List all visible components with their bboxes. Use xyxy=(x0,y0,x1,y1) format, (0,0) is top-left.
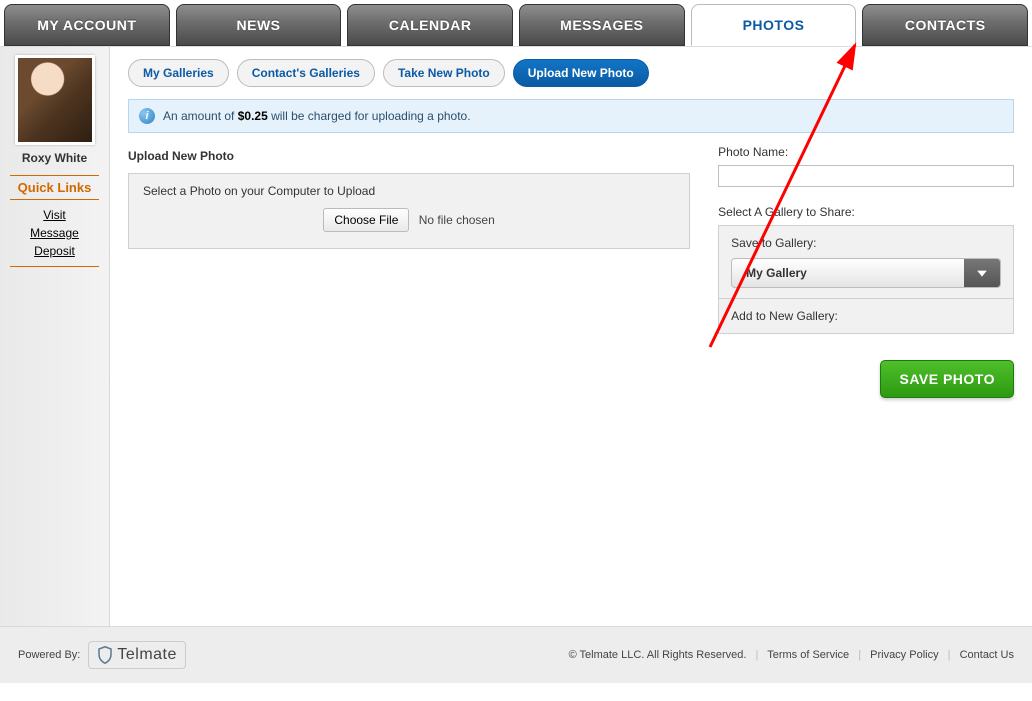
quick-links-heading: Quick Links xyxy=(10,175,99,200)
nav-tab-photos[interactable]: PHOTOS xyxy=(691,4,857,46)
photo-name-input[interactable] xyxy=(718,165,1014,187)
upload-fee-text: An amount of $0.25 will be charged for u… xyxy=(163,109,471,123)
chevron-down-icon xyxy=(964,259,1000,287)
photo-name-label: Photo Name: xyxy=(718,145,1014,159)
subtab-take-new-photo[interactable]: Take New Photo xyxy=(383,59,505,87)
add-to-new-gallery-label: Add to New Gallery: xyxy=(731,309,838,323)
nav-tab-my-account[interactable]: MY ACCOUNT xyxy=(4,4,170,46)
upload-box: Select a Photo on your Computer to Uploa… xyxy=(128,173,690,249)
telmate-logo: Telmate xyxy=(88,641,186,669)
footer: Powered By: Telmate © Telmate LLC. All R… xyxy=(0,626,1032,683)
brand-name: Telmate xyxy=(117,646,177,664)
gallery-dropdown[interactable]: My Gallery xyxy=(731,258,1001,288)
file-status: No file chosen xyxy=(419,213,495,227)
upload-hint: Select a Photo on your Computer to Uploa… xyxy=(143,184,675,198)
powered-by-label: Powered By: xyxy=(18,649,80,661)
sidebar: Roxy White Quick Links Visit Message Dep… xyxy=(0,47,110,626)
quick-links: Visit Message Deposit xyxy=(4,208,105,258)
subtab-upload-new-photo[interactable]: Upload New Photo xyxy=(513,59,649,87)
footer-link-contact[interactable]: Contact Us xyxy=(960,649,1014,661)
save-photo-button[interactable]: SAVE PHOTO xyxy=(880,360,1014,398)
upload-section-title: Upload New Photo xyxy=(128,149,690,163)
footer-link-terms[interactable]: Terms of Service xyxy=(767,649,849,661)
nav-tab-messages[interactable]: MESSAGES xyxy=(519,4,685,46)
quick-link-message[interactable]: Message xyxy=(4,226,105,240)
gallery-dropdown-selected: My Gallery xyxy=(732,259,964,287)
nav-tab-contacts[interactable]: CONTACTS xyxy=(862,4,1028,46)
nav-tab-news[interactable]: NEWS xyxy=(176,4,342,46)
info-icon: i xyxy=(139,108,155,124)
nav-tab-calendar[interactable]: CALENDAR xyxy=(347,4,513,46)
photo-subtabs: My Galleries Contact's Galleries Take Ne… xyxy=(128,59,1014,87)
user-name: Roxy White xyxy=(4,151,105,165)
gallery-fieldset: Save to Gallery: My Gallery Add to New G… xyxy=(718,225,1014,334)
quick-link-visit[interactable]: Visit xyxy=(4,208,105,222)
upload-fee-info: i An amount of $0.25 will be charged for… xyxy=(128,99,1014,133)
shield-icon xyxy=(97,646,113,664)
subtab-contacts-galleries[interactable]: Contact's Galleries xyxy=(237,59,375,87)
gallery-select-heading: Select A Gallery to Share: xyxy=(718,205,1014,219)
quick-links-divider xyxy=(10,266,99,267)
main-content: My Galleries Contact's Galleries Take Ne… xyxy=(110,47,1032,626)
avatar xyxy=(15,55,95,145)
top-nav: MY ACCOUNT NEWS CALENDAR MESSAGES PHOTOS… xyxy=(0,0,1032,46)
choose-file-button[interactable]: Choose File xyxy=(323,208,409,232)
footer-link-privacy[interactable]: Privacy Policy xyxy=(870,649,938,661)
quick-link-deposit[interactable]: Deposit xyxy=(4,244,105,258)
subtab-my-galleries[interactable]: My Galleries xyxy=(128,59,229,87)
save-to-gallery-label: Save to Gallery: xyxy=(731,236,1001,250)
footer-copyright: © Telmate LLC. All Rights Reserved. xyxy=(569,649,747,661)
